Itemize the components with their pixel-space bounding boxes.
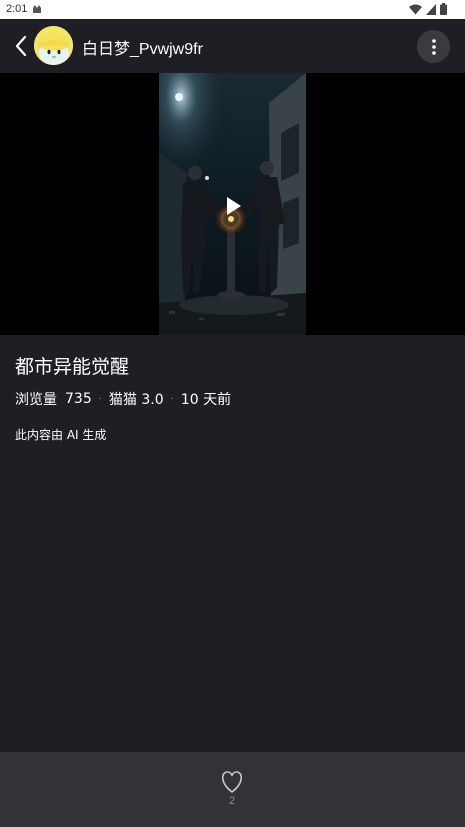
- user-name[interactable]: 白日梦_Pvwjw9fr: [82, 35, 203, 59]
- more-button[interactable]: [417, 30, 450, 63]
- views-count: 735: [65, 391, 92, 407]
- video-title: 都市异能觉醒: [15, 356, 130, 378]
- meta-separator: ·: [170, 393, 174, 405]
- like-count: 2: [228, 795, 236, 807]
- video-player[interactable]: [0, 73, 465, 335]
- status-time: 2:01: [6, 3, 28, 15]
- model-name: 猫猫 3.0: [108, 392, 164, 408]
- more-vertical-icon: [431, 38, 436, 55]
- heart-icon: [222, 771, 242, 793]
- bottom-bar: 2: [0, 752, 465, 827]
- meta-separator: ·: [98, 393, 102, 405]
- wifi-icon: [409, 4, 422, 14]
- screen: 2:01 白日梦_Pvwjw9fr 都市异能觉醒 浏览量 735 · 猫猫 3.…: [0, 0, 465, 827]
- header: 白日梦_Pvwjw9fr: [0, 19, 465, 73]
- meta-row: 浏览量 735 · 猫猫 3.0 · 10 天前: [15, 389, 231, 409]
- avatar-image: [34, 26, 73, 65]
- ai-generated-note: 此内容由 AI 生成: [15, 428, 107, 442]
- views-label: 浏览量: [15, 392, 57, 408]
- like-button[interactable]: 2: [212, 770, 252, 812]
- status-bar: 2:01: [0, 0, 465, 19]
- back-button[interactable]: [10, 33, 32, 59]
- chevron-left-icon: [15, 35, 27, 57]
- avatar[interactable]: [34, 26, 73, 65]
- play-icon[interactable]: [223, 196, 243, 216]
- battery-icon: [440, 3, 447, 15]
- signal-icon: [426, 3, 436, 15]
- status-icons: [409, 3, 447, 15]
- notification-icon: [33, 5, 41, 13]
- time-ago: 10 天前: [180, 392, 232, 408]
